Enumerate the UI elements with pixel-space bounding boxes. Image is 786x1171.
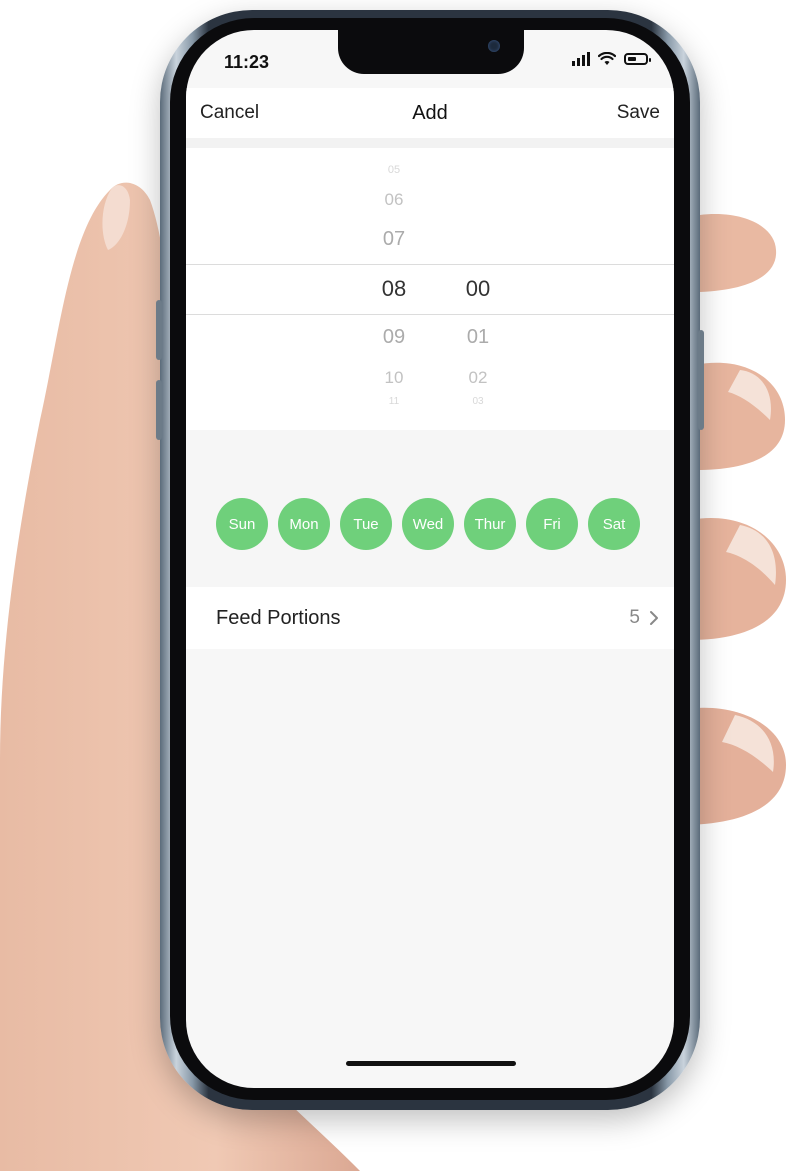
day-toggle-sat[interactable]: Sat [588, 498, 640, 550]
save-button[interactable]: Save [603, 102, 674, 124]
hour-option[interactable]: 07 [364, 228, 424, 251]
day-toggle-fri[interactable]: Fri [526, 498, 578, 550]
nav-bar: Add Cancel Save [186, 88, 674, 138]
wifi-icon [598, 52, 616, 65]
signal-icon [572, 52, 590, 66]
feed-portions-label: Feed Portions [216, 606, 341, 629]
day-toggle-wed[interactable]: Wed [402, 498, 454, 550]
nav-divider [186, 138, 674, 148]
cancel-button[interactable]: Cancel [186, 102, 273, 124]
feed-portions-row[interactable]: Feed Portions 5 [186, 587, 674, 649]
hour-option[interactable]: 10 [364, 368, 424, 388]
minute-wheel[interactable]: 00 01 02 03 [448, 148, 508, 430]
status-time: 11:23 [224, 52, 270, 72]
day-selector: Sun Mon Tue Wed Thur Fri Sat [216, 498, 640, 550]
chevron-right-icon [650, 611, 658, 625]
notch [338, 30, 524, 74]
picker-selection-line [186, 264, 674, 265]
minute-option[interactable]: 02 [448, 368, 508, 388]
hour-option[interactable]: 05 [364, 164, 424, 176]
power-button [698, 330, 704, 430]
status-icons [572, 52, 651, 66]
hour-option-selected[interactable]: 08 [364, 276, 424, 302]
volume-button [156, 380, 162, 440]
minute-option[interactable]: 01 [448, 326, 508, 349]
hour-option[interactable]: 06 [364, 190, 424, 210]
hour-option[interactable]: 09 [364, 326, 424, 349]
feed-portions-value: 5 [629, 607, 640, 628]
volume-button [156, 300, 162, 360]
day-toggle-tue[interactable]: Tue [340, 498, 392, 550]
minute-option[interactable]: 03 [448, 396, 508, 407]
home-indicator[interactable] [346, 1061, 516, 1066]
day-toggle-thur[interactable]: Thur [464, 498, 516, 550]
camera-icon [488, 40, 500, 52]
feed-portions-value-group: 5 [629, 607, 660, 629]
hour-wheel[interactable]: 05 06 07 08 09 10 11 [364, 148, 424, 430]
phone-screen: 11:23 Add Cancel Save 05 06 07 08 09 10 … [186, 30, 674, 1088]
day-toggle-mon[interactable]: Mon [278, 498, 330, 550]
hour-option[interactable]: 11 [364, 396, 424, 407]
day-toggle-sun[interactable]: Sun [216, 498, 268, 550]
minute-option-selected[interactable]: 00 [448, 276, 508, 302]
battery-icon [624, 53, 651, 65]
picker-selection-line [186, 314, 674, 315]
time-picker[interactable]: 05 06 07 08 09 10 11 00 01 02 03 [186, 148, 674, 430]
